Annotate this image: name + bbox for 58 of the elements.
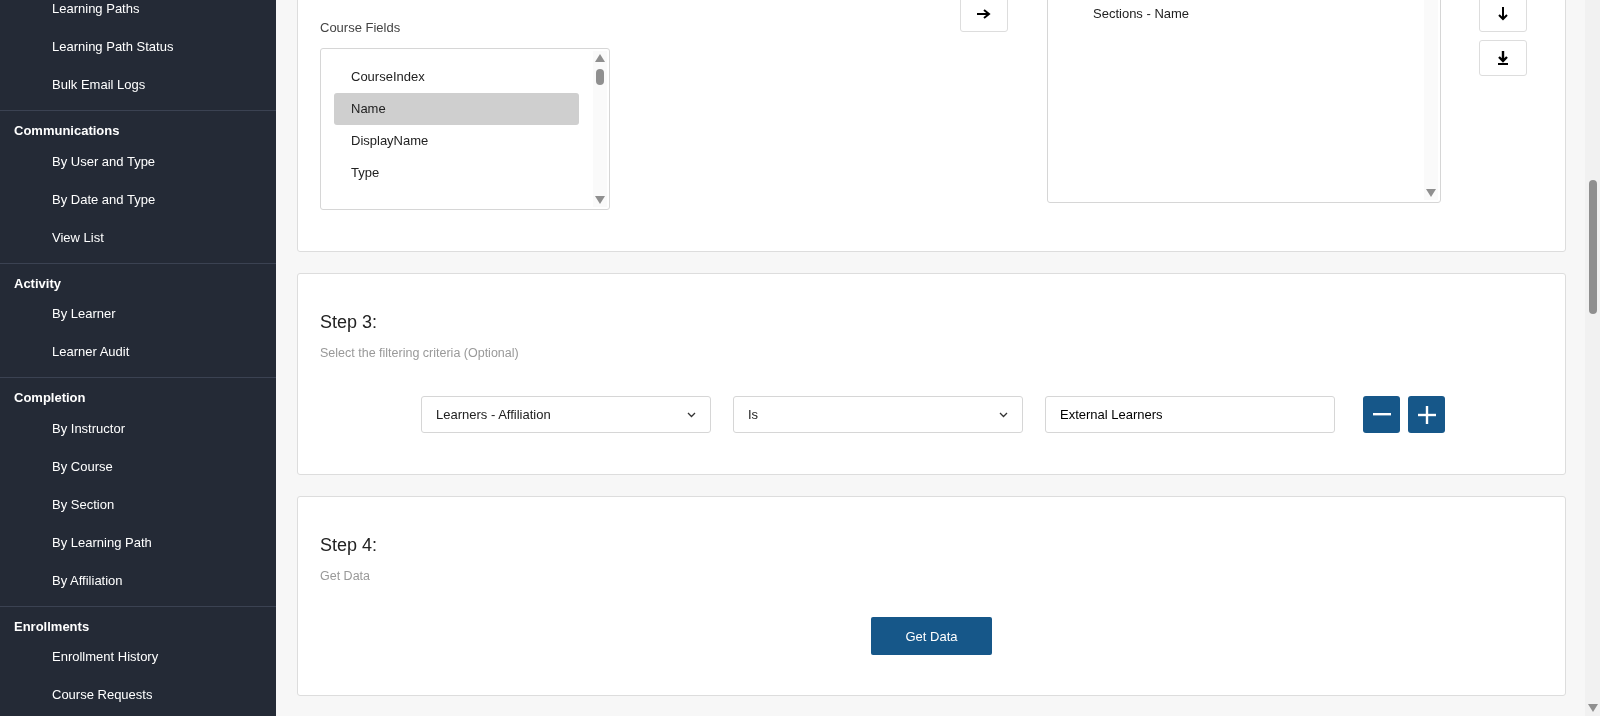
sidebar-link[interactable]: Learner Audit xyxy=(0,333,276,371)
remove-button[interactable] xyxy=(1363,396,1400,434)
text-field[interactable]: External Learners xyxy=(1045,396,1335,434)
scroll-down-icon[interactable] xyxy=(595,195,605,204)
list-option[interactable]: Sections - Name xyxy=(1076,0,1410,30)
list-scrollbar[interactable] xyxy=(593,50,607,207)
plus-icon xyxy=(1417,405,1436,424)
scroll-up-icon[interactable] xyxy=(595,53,605,62)
list-option[interactable]: Name xyxy=(334,92,579,125)
sidebar-link[interactable]: By Learning Path xyxy=(0,523,276,562)
page-scrollbar[interactable] xyxy=(1585,0,1600,716)
step-description: Get Data xyxy=(320,567,372,585)
scroll-thumb[interactable] xyxy=(1589,180,1597,314)
sidebar-link[interactable]: By Date and Type xyxy=(0,180,276,219)
field-list-label: Course Fields xyxy=(320,19,402,37)
select-field[interactable]: Is xyxy=(733,396,1023,434)
list-option[interactable]: Type xyxy=(334,156,579,189)
sidebar-link[interactable]: By Course xyxy=(0,447,276,486)
add-button[interactable] xyxy=(1408,396,1445,434)
list-scrollbar[interactable] xyxy=(1424,0,1438,200)
select-value: Is xyxy=(748,406,759,425)
sidebar-link[interactable]: Learning Path Status xyxy=(0,28,276,66)
select-value: Learners - Affiliation xyxy=(436,406,551,425)
minus-icon xyxy=(1372,413,1391,417)
list-option[interactable]: DisplayName xyxy=(334,124,579,157)
get-data-button[interactable]: Get Data xyxy=(871,617,992,656)
chevron-down-icon xyxy=(687,411,696,418)
step-title: Step 3: xyxy=(320,312,379,334)
arrow-down-icon xyxy=(1497,7,1509,21)
sidebar-link[interactable]: View List xyxy=(0,218,276,257)
arrow-right-icon xyxy=(977,8,991,20)
sidebar-section-title: Completion xyxy=(13,389,87,407)
list-option[interactable]: CourseIndex xyxy=(334,60,579,93)
list-box[interactable]: CourseIndex Name DisplayName Type xyxy=(320,47,610,210)
sidebar-link[interactable]: By Instructor xyxy=(0,409,276,448)
sidebar-section-title: Communications xyxy=(13,122,121,140)
sidebar-link[interactable]: Bulk Email Logs xyxy=(0,66,276,104)
sidebar-link[interactable]: By User and Type xyxy=(0,142,276,181)
scroll-thumb[interactable] xyxy=(596,68,604,85)
scroll-down-icon[interactable] xyxy=(1588,704,1598,712)
sidebar-section-title: Enrollments xyxy=(13,617,91,636)
sidebar-link[interactable]: Learning Paths xyxy=(0,0,276,28)
sidebar-link[interactable]: Course Requests xyxy=(0,676,276,714)
scroll-down-icon[interactable] xyxy=(1426,189,1436,197)
chevron-down-icon xyxy=(999,411,1008,418)
sidebar-link[interactable]: By Section xyxy=(0,485,276,524)
arrow-right-button[interactable] xyxy=(960,0,1008,32)
sidebar-link[interactable]: By Affiliation xyxy=(0,561,276,600)
sidebar-section-title: Activity xyxy=(13,274,62,293)
arrow-down-button[interactable] xyxy=(1479,0,1527,32)
step-title: Step 4: xyxy=(320,535,379,557)
sidebar-link[interactable]: Enrollment History xyxy=(0,638,276,676)
download-icon xyxy=(1497,51,1509,65)
list-box[interactable]: Sections - Name xyxy=(1047,0,1441,203)
step-description: Select the filtering criteria (Optional) xyxy=(320,344,520,362)
sidebar-link[interactable]: By Learner xyxy=(0,295,276,333)
select-field[interactable]: Learners - Affiliation xyxy=(421,396,711,434)
download-button[interactable] xyxy=(1479,40,1527,76)
